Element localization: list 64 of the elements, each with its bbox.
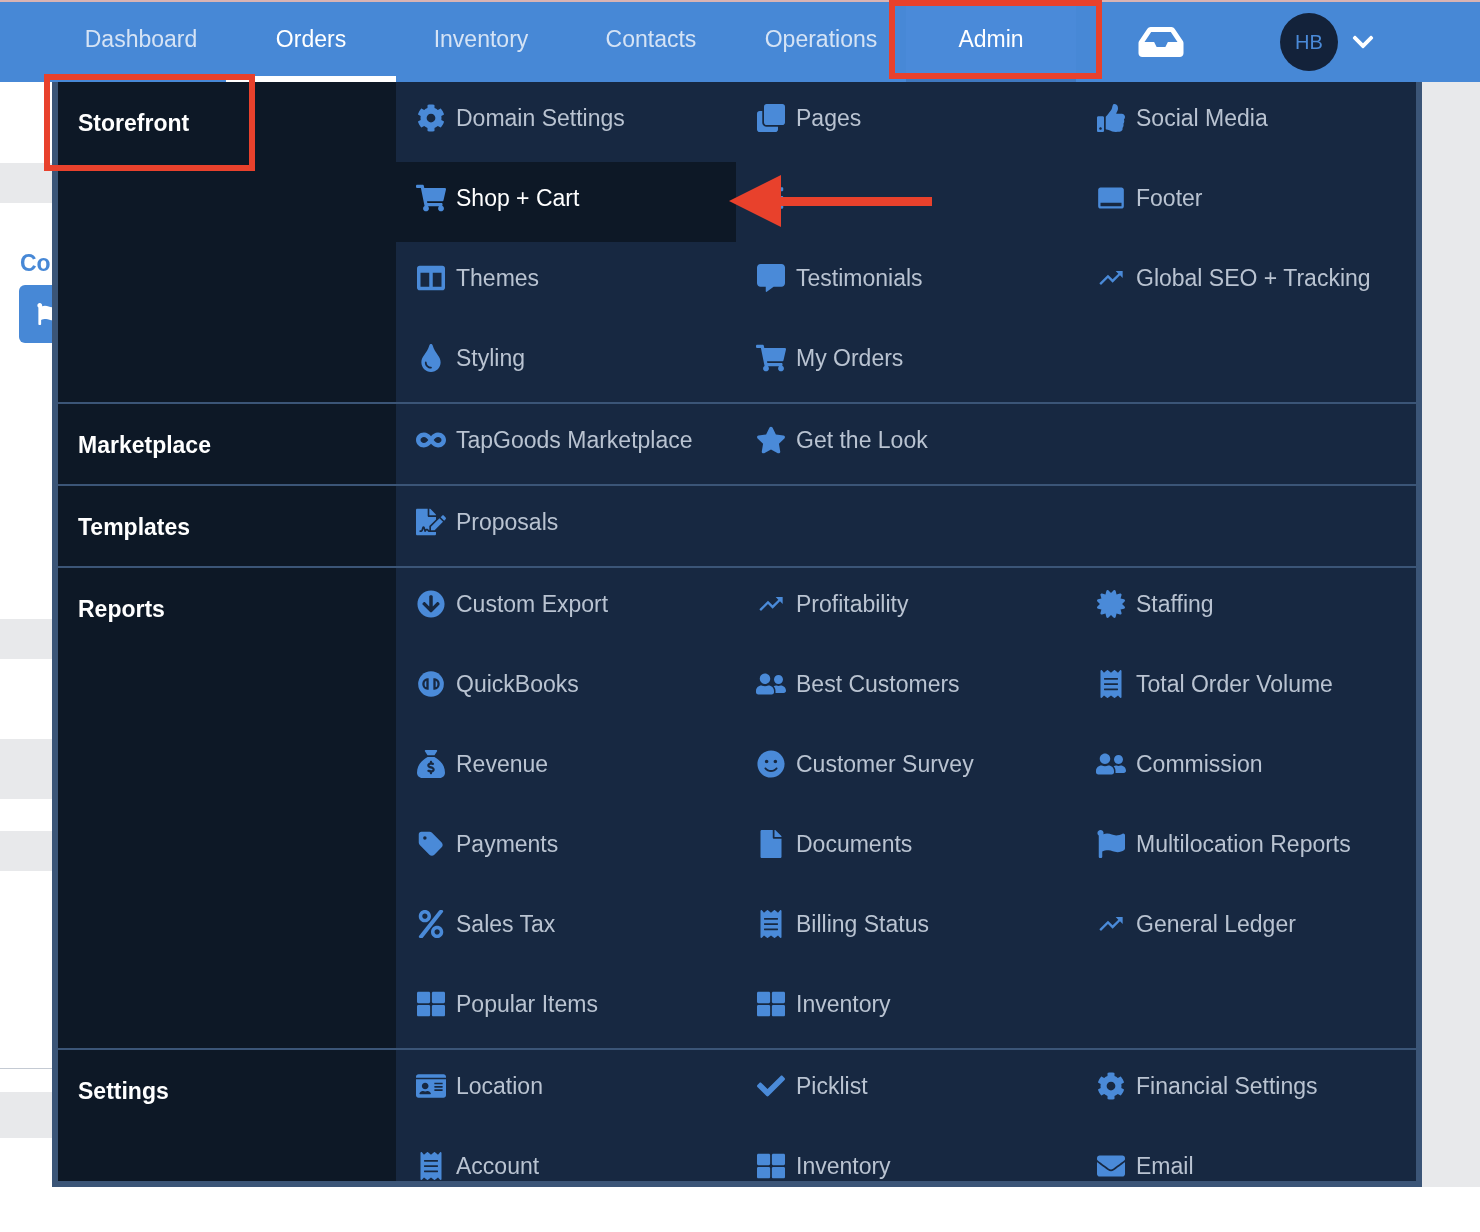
money-bag-icon <box>416 750 446 778</box>
menu-item[interactable]: Location <box>396 1050 736 1130</box>
menu-item[interactable]: Global SEO + Tracking <box>1076 242 1416 322</box>
menu-item[interactable]: Themes <box>396 242 736 322</box>
speech-bubble-icon <box>756 264 786 292</box>
smiley-icon <box>756 750 786 778</box>
menu-item[interactable]: Commission <box>1076 728 1416 808</box>
menu-item[interactable]: Testimonials <box>736 242 1076 322</box>
menu-item[interactable]: Total Order Volume <box>1076 648 1416 728</box>
section-heading: Marketplace <box>78 432 211 458</box>
menu-item[interactable]: Shop + Cart <box>396 162 736 242</box>
menu-item[interactable]: General Ledger <box>1076 888 1416 968</box>
menu-item[interactable]: Sales Tax <box>396 888 736 968</box>
menu-item[interactable]: Picklist <box>736 1050 1076 1130</box>
thumbs-up-icon <box>1096 104 1126 132</box>
menu-item[interactable]: Account <box>396 1130 736 1181</box>
menu-item[interactable]: Styling <box>396 322 736 402</box>
gear-icon <box>1096 1072 1126 1100</box>
menu-item[interactable]: My Orders <box>736 322 1076 402</box>
menu-item[interactable]: Multilocation Reports <box>1076 808 1416 888</box>
section-heading: Templates <box>78 514 191 540</box>
menu-item[interactable]: Get the Look <box>736 404 1076 484</box>
id-card-icon <box>416 1072 446 1100</box>
grid-icon <box>416 990 446 1018</box>
menu-item[interactable]: QuickBooks <box>396 648 736 728</box>
menu-item[interactable]: Popular Items <box>396 968 736 1048</box>
user-avatar[interactable]: HB <box>1280 13 1338 71</box>
qb-icon <box>416 670 446 698</box>
menu-item[interactable]: Domain Settings <box>396 82 736 162</box>
percent-icon <box>416 910 446 938</box>
menu-item[interactable]: Inventory <box>736 968 1076 1048</box>
grid-icon <box>756 1152 786 1180</box>
menu-item[interactable]: Staffing <box>1076 568 1416 648</box>
pages-icon <box>756 104 786 132</box>
gear-icon <box>416 104 446 132</box>
menu-item[interactable]: Footer <box>1076 162 1416 242</box>
star-icon <box>756 426 786 454</box>
menu-item[interactable]: Pages <box>736 82 1076 162</box>
menu-item[interactable]: Profitability <box>736 568 1076 648</box>
menu-item[interactable]: Revenue <box>396 728 736 808</box>
menu-item[interactable]: Best Customers <box>736 648 1076 728</box>
section-heading: Reports <box>78 596 165 622</box>
badge-icon <box>1096 590 1126 618</box>
section-heading: Storefront <box>78 110 190 136</box>
document-icon <box>416 508 446 536</box>
menu-item[interactable]: Email <box>1076 1130 1416 1181</box>
cart-icon <box>756 344 786 372</box>
section-heading: Settings <box>78 1078 169 1104</box>
menu-item[interactable]: Inventory <box>736 1130 1076 1181</box>
menu-item[interactable]: Custom Export <box>396 568 736 648</box>
cart-icon <box>416 184 446 212</box>
menu-item[interactable]: Customer Survey <box>736 728 1076 808</box>
menu-item[interactable]: Documents <box>736 808 1076 888</box>
menu-item[interactable]: Financial Settings <box>1076 1050 1416 1130</box>
menu-item[interactable]: TapGoods Marketplace <box>396 404 736 484</box>
download-icon <box>416 590 446 618</box>
layout-icon <box>416 264 446 292</box>
menu-item[interactable]: Social Media <box>1076 82 1416 162</box>
grid-icon <box>756 990 786 1018</box>
menu-item[interactable]: Payments <box>396 808 736 888</box>
menu-item[interactable]: Proposals <box>396 486 736 566</box>
menu-item[interactable]: Billing Status <box>736 888 1076 968</box>
flag-icon <box>1096 830 1126 858</box>
page-heading: Co <box>20 249 51 278</box>
